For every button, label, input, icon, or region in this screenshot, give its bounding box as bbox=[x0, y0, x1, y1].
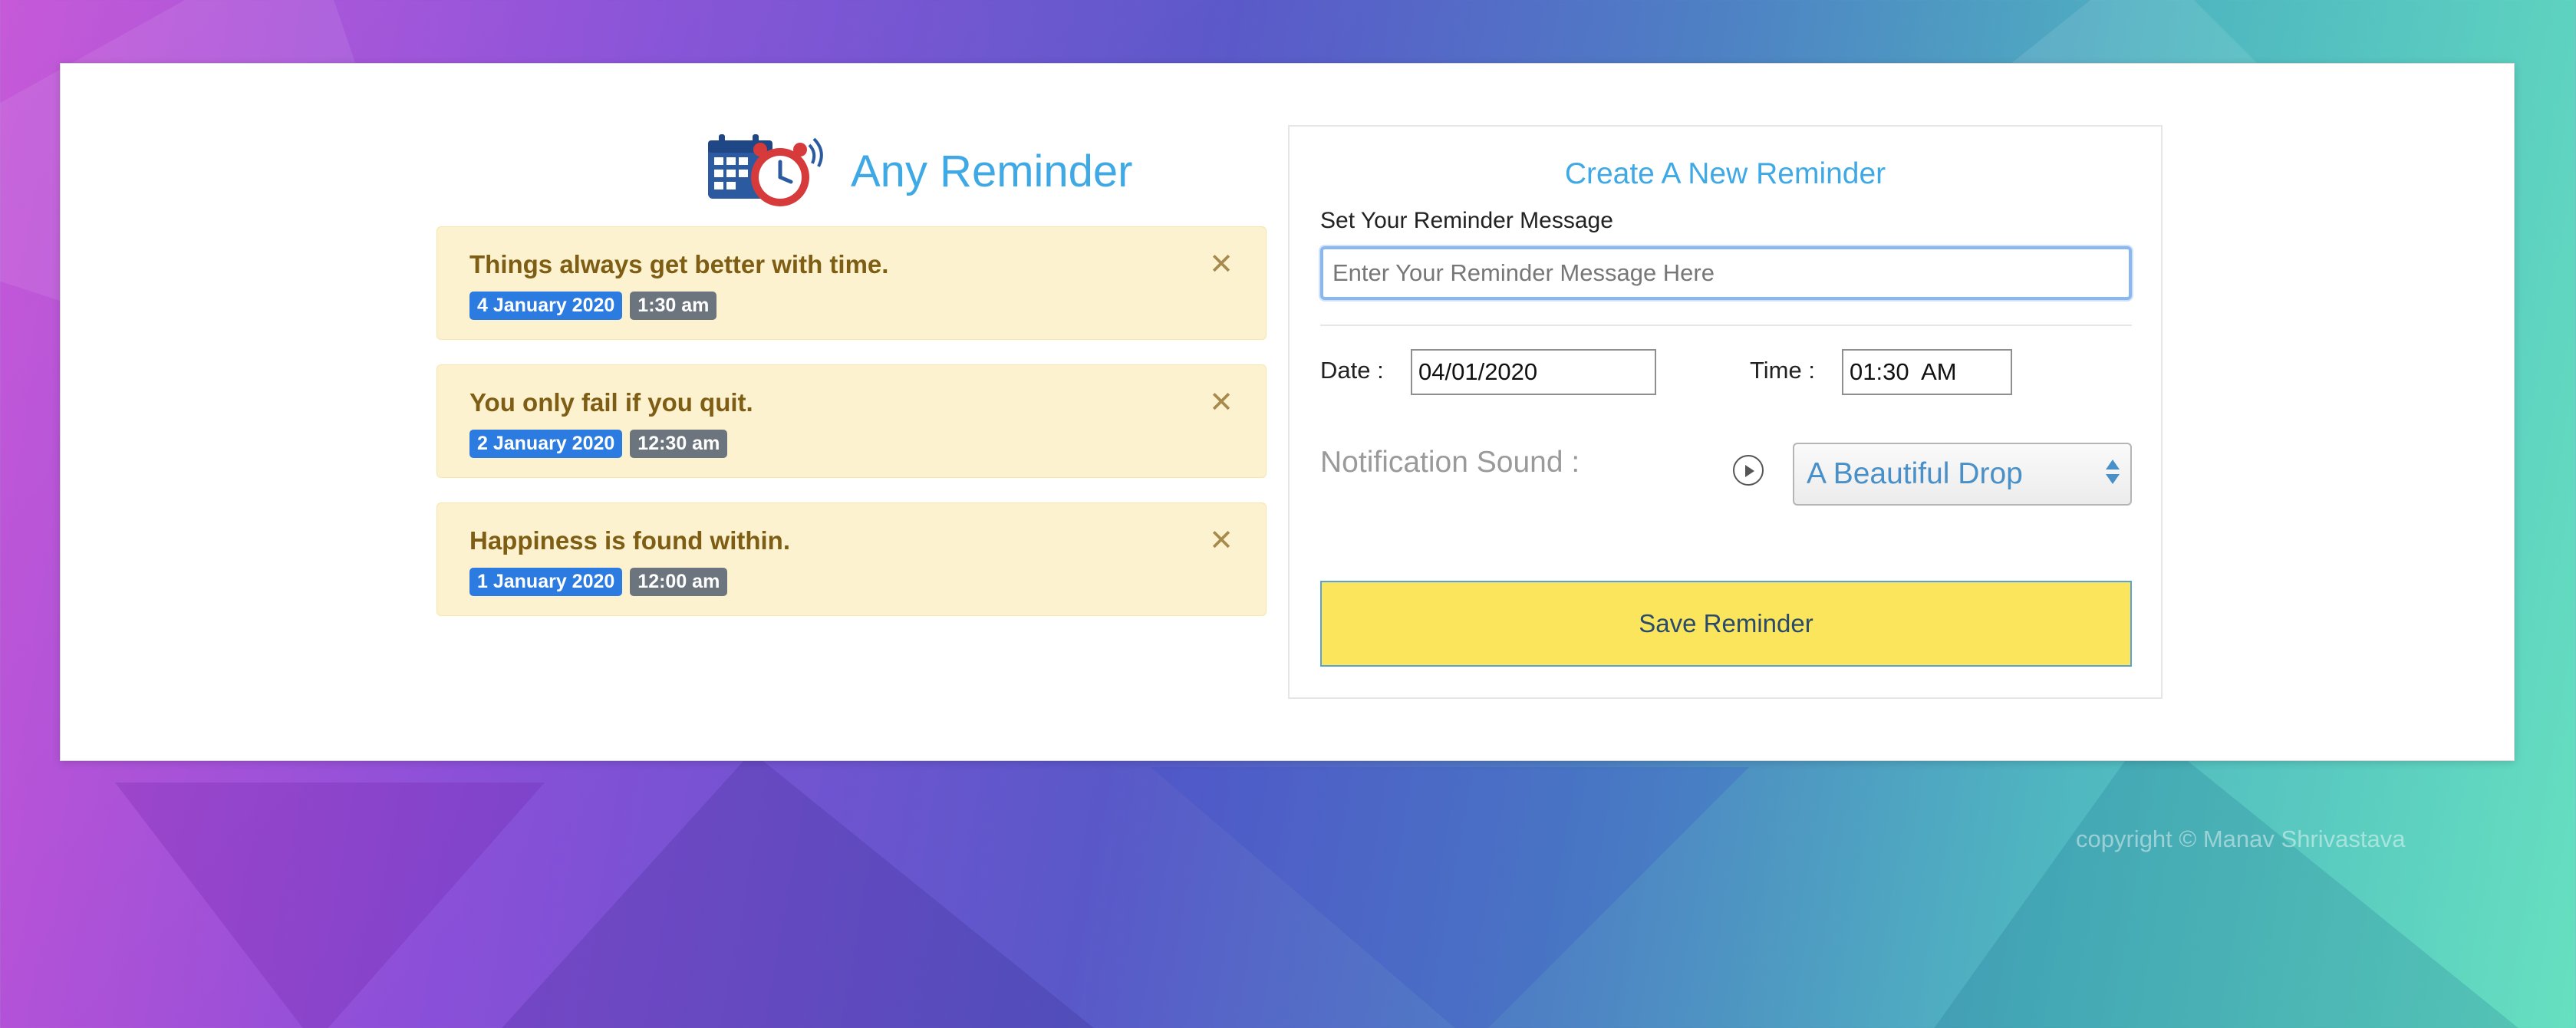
up-down-arrows-icon bbox=[2106, 460, 2120, 484]
date-badge: 2 January 2020 bbox=[469, 430, 623, 458]
time-badge: 12:00 am bbox=[630, 568, 728, 596]
message-label: Set Your Reminder Message bbox=[1320, 208, 1613, 233]
background-facet bbox=[460, 752, 1151, 1028]
copyright-text: copyright © Manav Shrivastava bbox=[2076, 825, 2406, 852]
selected-sound: A Beautiful Drop bbox=[1807, 457, 2023, 490]
notification-sound-select[interactable]: A Beautiful Drop bbox=[1793, 443, 2132, 506]
reminder-alert: You only fail if you quit. ✕ 2 January 2… bbox=[436, 364, 1267, 478]
app-title: Any Reminder bbox=[851, 146, 1133, 196]
new-reminder-form: Create A New Reminder Set Your Reminder … bbox=[1288, 125, 2163, 699]
date-label: Date : bbox=[1320, 357, 1384, 384]
calendar-alarm-clock-icon bbox=[705, 131, 823, 211]
notification-sound-label: Notification Sound : bbox=[1320, 446, 1580, 479]
reminder-alert: Things always get better with time. ✕ 4 … bbox=[436, 226, 1267, 340]
reminder-message: Things always get better with time. bbox=[469, 250, 889, 278]
background-facet bbox=[1151, 767, 1749, 1028]
date-badge: 1 January 2020 bbox=[469, 568, 623, 596]
save-reminder-button[interactable]: Save Reminder bbox=[1320, 581, 2132, 667]
form-title: Create A New Reminder bbox=[1564, 157, 1886, 190]
time-badge: 12:30 am bbox=[630, 430, 728, 458]
close-icon[interactable]: ✕ bbox=[1209, 388, 1234, 417]
background-facet bbox=[1918, 729, 2547, 1028]
time-label: Time : bbox=[1750, 357, 1815, 384]
app-header: Any Reminder bbox=[705, 131, 1132, 211]
reminder-message: You only fail if you quit. bbox=[469, 388, 753, 417]
play-circle-icon[interactable] bbox=[1733, 455, 1764, 486]
divider bbox=[1320, 325, 2132, 326]
reminder-badges: 4 January 2020 1:30 am bbox=[469, 292, 717, 320]
main-card: Any Reminder Things always get better wi… bbox=[60, 63, 2515, 761]
reminder-message: Happiness is found within. bbox=[469, 526, 791, 555]
date-input[interactable] bbox=[1411, 349, 1656, 395]
time-badge: 1:30 am bbox=[630, 292, 717, 320]
close-icon[interactable]: ✕ bbox=[1209, 250, 1234, 279]
reminder-badges: 2 January 2020 12:30 am bbox=[469, 430, 728, 458]
reminder-alert: Happiness is found within. ✕ 1 January 2… bbox=[436, 502, 1267, 616]
reminder-badges: 1 January 2020 12:00 am bbox=[469, 568, 728, 596]
time-input[interactable] bbox=[1842, 349, 2012, 395]
date-badge: 4 January 2020 bbox=[469, 292, 623, 320]
reminder-message-input[interactable] bbox=[1320, 246, 2132, 300]
close-icon[interactable]: ✕ bbox=[1209, 526, 1234, 555]
